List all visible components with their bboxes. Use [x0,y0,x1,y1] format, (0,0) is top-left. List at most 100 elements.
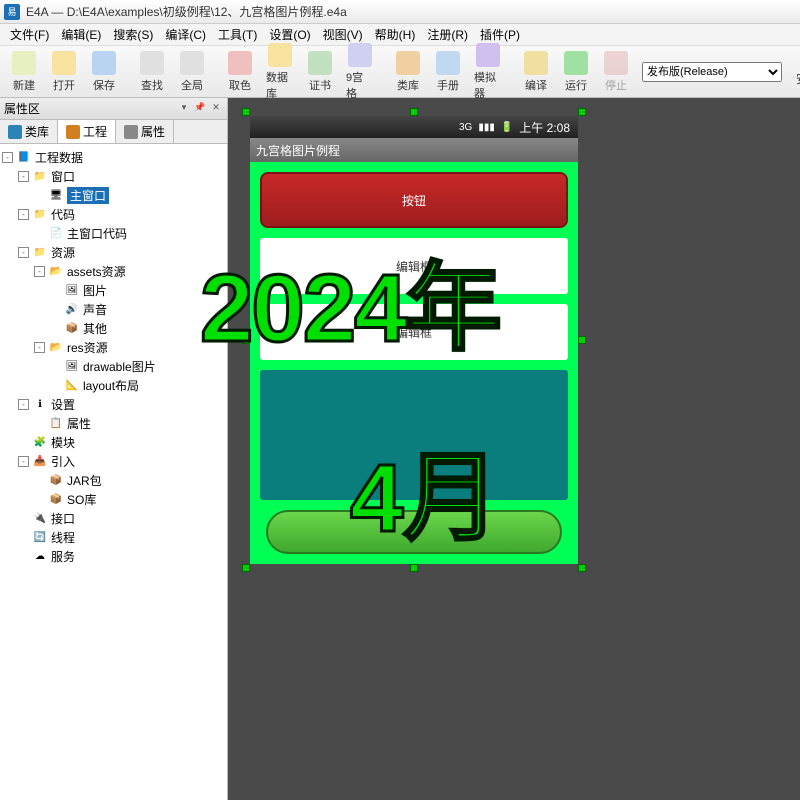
expand-icon[interactable]: - [18,209,29,220]
toolbar-数据库[interactable]: 数据库 [260,41,300,103]
toolbar-打开[interactable]: 打开 [44,49,84,95]
toolbar-新建[interactable]: 新建 [4,49,44,95]
window-titlebar: 易 E4A — D:\E4A\examples\初级例程\12、九宫格图片例程.… [0,0,800,24]
toolbar-模拟器[interactable]: 模拟器 [468,41,508,103]
menu-0[interactable]: 文件(F) [4,24,55,45]
handle-bot-right[interactable] [578,564,586,572]
menu-8[interactable]: 注册(R) [421,24,474,45]
menu-2[interactable]: 搜索(S) [107,24,159,45]
tree-node[interactable]: 📐layout布局 [2,376,225,395]
menu-1[interactable]: 编辑(E) [55,24,107,45]
tree-node[interactable]: 📋属性 [2,414,225,433]
node-icon: 📦 [48,493,64,507]
tree-node[interactable]: 🧩模块 [2,433,225,452]
build-config-combo[interactable]: 发布版(Release) [642,62,782,82]
tree-node[interactable]: -ℹ设置 [2,395,225,414]
toolbar-label: 取色 [229,77,251,93]
node-icon: 📦 [64,322,80,336]
tree-node[interactable]: 🖥主窗口 [2,186,225,205]
tree-node[interactable]: 🔄线程 [2,528,225,547]
node-label: 资源 [51,244,75,261]
node-icon: 📂 [48,265,64,279]
tree-node[interactable]: 📦JAR包 [2,471,225,490]
toolbar-类库[interactable]: 类库 [388,49,428,95]
expand-icon[interactable]: - [18,456,29,467]
handle-bot-left[interactable] [242,564,250,572]
left-panel: 属性区 ▾ 📌 ✕ 类库工程属性 -📘工程数据-📁窗口🖥主窗口-📁代码📄主窗口代… [0,98,228,800]
toolbar-全局[interactable]: 全局 [172,49,212,95]
tab-工程[interactable]: 工程 [58,120,116,143]
selection-handles[interactable] [246,112,582,568]
toolbar-label: 打开 [53,77,75,93]
toolbar-label: 9宫格 [346,69,374,101]
tab-label: 工程 [83,123,107,140]
tree-node[interactable]: 📦SO库 [2,490,225,509]
handle-top-right[interactable] [578,108,586,116]
node-label: 图片 [83,282,107,299]
handle-bot-mid[interactable] [410,564,418,572]
tree-node[interactable]: 🖼drawable图片 [2,357,225,376]
panel-tabs: 类库 工程 属性 [0,120,227,144]
tree-node[interactable]: ☁服务 [2,547,225,566]
toolbar-label: 类库 [397,77,419,93]
toolbar-保存[interactable]: 保存 [84,49,124,95]
menubar: 文件(F)编辑(E)搜索(S)编译(C)工具(T)设置(O)视图(V)帮助(H)… [0,24,800,46]
toolbar-label: 模拟器 [474,69,502,101]
tree-node[interactable]: 📄主窗口代码 [2,224,225,243]
tree-node[interactable]: 🖼图片 [2,281,225,300]
menu-4[interactable]: 工具(T) [212,24,263,45]
expand-icon[interactable]: - [34,342,45,353]
tree-node[interactable]: -📁资源 [2,243,225,262]
menu-3[interactable]: 编译(C) [159,24,212,45]
toolbar-证书[interactable]: 证书 [300,49,340,95]
tab-label: 属性 [141,123,165,140]
panel-dropdown-icon[interactable]: ▾ [177,102,191,116]
tab-属性[interactable]: 属性 [116,120,174,143]
node-icon: 🔄 [32,531,48,545]
node-label: 接口 [51,510,75,527]
device-preview[interactable]: 3G ▮▮▮ 🔋 上午 2:08 九宫格图片例程 按钮 编辑框 编辑框 [250,116,578,564]
tree-node[interactable]: -📥引入 [2,452,225,471]
app-icon: 易 [4,4,20,20]
expand-icon[interactable]: - [18,399,29,410]
toolbar-extra[interactable]: 安 [782,54,800,89]
tree-node[interactable]: -📂assets资源 [2,262,225,281]
expand-icon[interactable]: - [2,152,13,163]
handle-mid-left[interactable] [242,336,250,344]
node-label: 工程数据 [35,149,83,166]
toolbar-运行[interactable]: 运行 [556,49,596,95]
toolbar-icon [524,51,548,75]
expand-icon[interactable]: - [34,266,45,277]
tree-node[interactable]: -📁窗口 [2,167,225,186]
expand-icon[interactable]: - [18,171,29,182]
tree-node[interactable]: 🔌接口 [2,509,225,528]
toolbar-取色[interactable]: 取色 [220,49,260,95]
tree-node[interactable]: 📦其他 [2,319,225,338]
node-label: res资源 [67,339,108,356]
handle-mid-right[interactable] [578,336,586,344]
tab-icon [66,125,80,139]
handle-top-mid[interactable] [410,108,418,116]
toolbar-label: 新建 [13,77,35,93]
expand-icon[interactable]: - [18,247,29,258]
node-icon: 🔊 [64,303,80,317]
panel-close-icon[interactable]: ✕ [209,102,223,116]
toolbar-icon [52,51,76,75]
panel-pin-icon[interactable]: 📌 [193,102,207,116]
node-icon: 🔌 [32,512,48,526]
tree-node[interactable]: 🔊声音 [2,300,225,319]
toolbar-手册[interactable]: 手册 [428,49,468,95]
node-icon: 🧩 [32,436,48,450]
toolbar-9宫格[interactable]: 9宫格 [340,41,380,103]
handle-top-left[interactable] [242,108,250,116]
toolbar-查找[interactable]: 查找 [132,49,172,95]
design-canvas[interactable]: 3G ▮▮▮ 🔋 上午 2:08 九宫格图片例程 按钮 编辑框 编辑框 [228,98,800,800]
tab-类库[interactable]: 类库 [0,120,58,143]
toolbar-label: 查找 [141,77,163,93]
node-icon: 📘 [16,151,32,165]
toolbar-icon [268,43,292,67]
tree-node[interactable]: -📘工程数据 [2,148,225,167]
tree-node[interactable]: -📁代码 [2,205,225,224]
tree-node[interactable]: -📂res资源 [2,338,225,357]
toolbar-编译[interactable]: 编译 [516,49,556,95]
